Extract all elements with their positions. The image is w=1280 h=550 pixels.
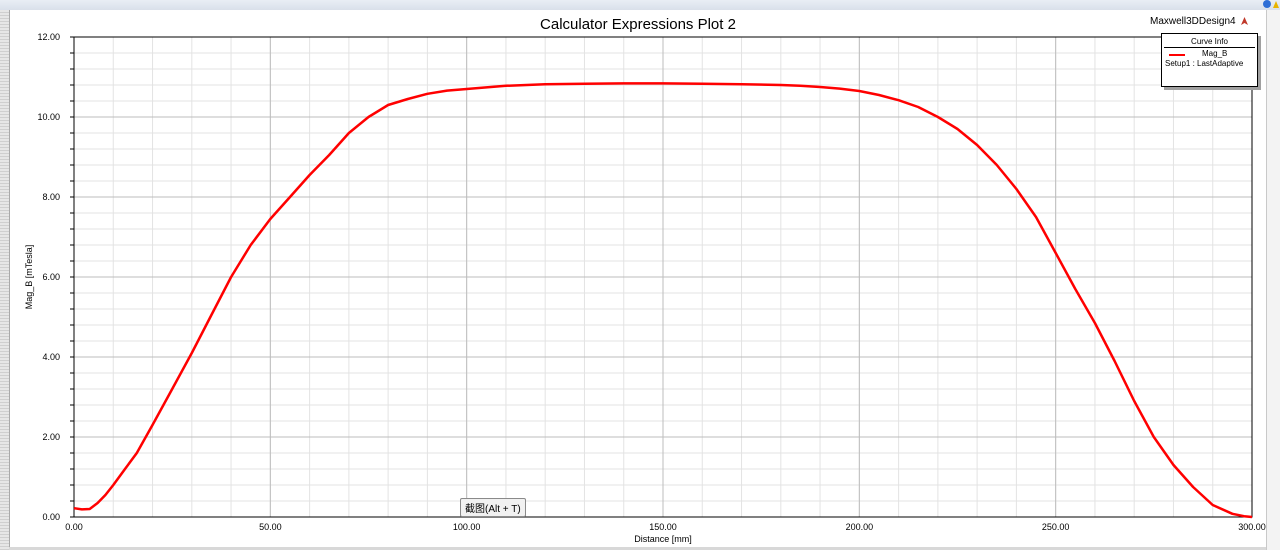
- x-tick-label: 100.00: [453, 522, 481, 532]
- legend-setup-name: Setup1 : LastAdaptive: [1165, 59, 1244, 68]
- x-axis-label: Distance [mm]: [634, 534, 692, 544]
- legend-series-name: Mag_B: [1202, 49, 1228, 58]
- left-panel-edge[interactable]: [0, 10, 10, 550]
- legend-title: Curve Info: [1191, 37, 1228, 46]
- chart-title: Calculator Expressions Plot 2: [540, 16, 736, 33]
- x-tick-label: 200.00: [846, 522, 874, 532]
- pin-icon[interactable]: [1239, 16, 1250, 27]
- legend-swatch: [1169, 54, 1185, 56]
- screenshot-tooltip: 截图(Alt + T): [460, 498, 526, 517]
- y-tick-label: 0.00: [42, 512, 60, 522]
- y-tick-label: 2.00: [42, 432, 60, 442]
- line-chart[interactable]: 0.00 50.00 100.00 150.00 200.00 250.00 300.00 0…: [10, 10, 1266, 547]
- y-axis-label: Mag_B [mTesla]: [24, 245, 34, 310]
- right-panel-edge[interactable]: [1266, 10, 1280, 550]
- plot-area[interactable]: 0.00 50.00 100.00 150.00 200.00 250.00 300.00 0…: [10, 10, 1266, 547]
- y-tick-label: 8.00: [42, 192, 60, 202]
- y-tick-label: 6.00: [42, 272, 60, 282]
- y-tick-label: 4.00: [42, 352, 60, 362]
- x-tick-label: 250.00: [1042, 522, 1070, 532]
- legend-divider: [1164, 47, 1255, 48]
- design-name: Maxwell3DDesign4: [1150, 16, 1236, 27]
- x-tick-label: 0.00: [65, 522, 83, 532]
- y-tick-label: 10.00: [37, 112, 60, 122]
- help-icon[interactable]: [1263, 0, 1279, 8]
- x-tick-label: 50.00: [259, 522, 282, 532]
- x-tick-label: 150.00: [649, 522, 677, 532]
- y-tick-label: 12.00: [37, 32, 60, 42]
- legend[interactable]: Curve Info Mag_B Setup1 : LastAdaptive: [1161, 33, 1258, 87]
- x-tick-label: 300.00: [1238, 522, 1266, 532]
